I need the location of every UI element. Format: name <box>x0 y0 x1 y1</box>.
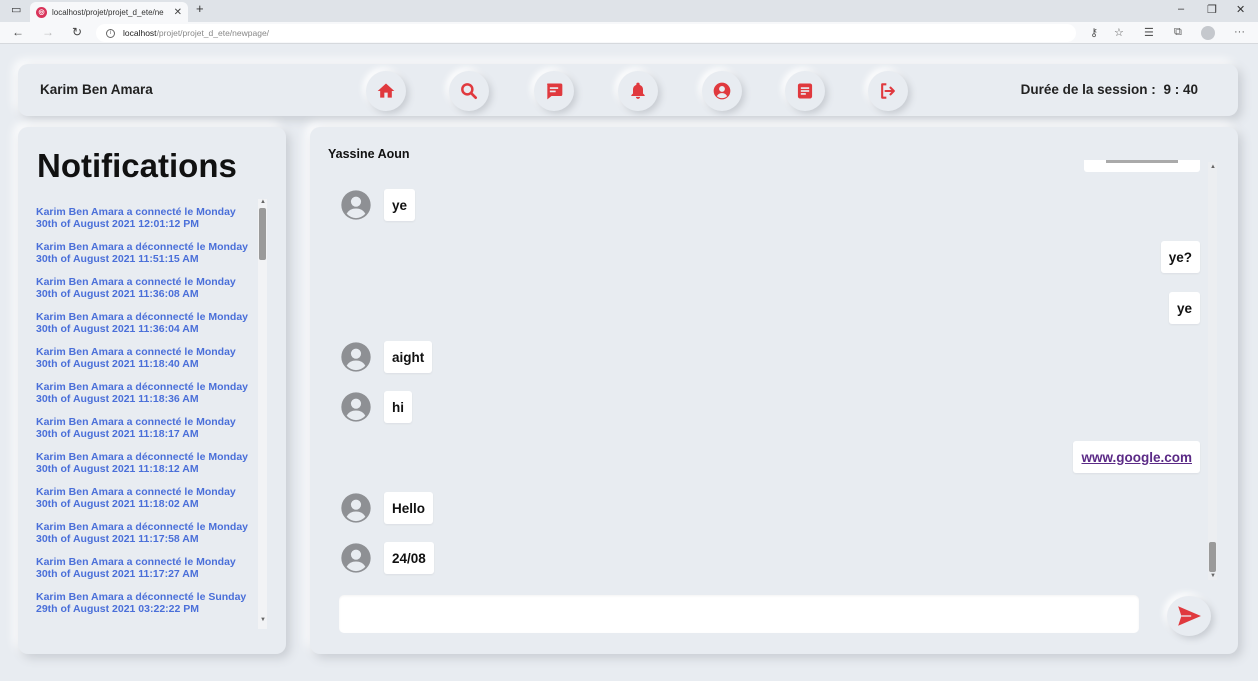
avatar-icon <box>341 190 371 220</box>
scroll-down-icon[interactable]: ▼ <box>260 617 266 623</box>
message-received: ye <box>340 189 416 221</box>
favicon-icon: ◎ <box>36 6 47 18</box>
home-icon <box>377 83 395 98</box>
notifications-title: Notifications <box>37 147 237 184</box>
session-time: 9 : 40 <box>1163 82 1198 97</box>
avatar-icon <box>341 493 371 523</box>
profile-button[interactable] <box>702 71 742 111</box>
favorite-star-icon[interactable]: ☆ <box>1114 26 1124 39</box>
avatar-icon <box>341 342 371 372</box>
refresh-icon[interactable]: ↻ <box>72 25 82 39</box>
message-sent: www.google.com <box>1073 441 1200 473</box>
chat-scrollbar[interactable]: ▲ ▼ <box>1208 162 1217 580</box>
notification-item[interactable]: Karim Ben Amara a connecté le Monday 30t… <box>36 556 256 580</box>
message-bubble: ye? <box>1160 241 1200 273</box>
scroll-up-icon[interactable]: ▲ <box>1210 164 1216 170</box>
message-bubble: 24/08 <box>384 542 434 574</box>
avatar-icon <box>341 392 371 422</box>
current-user-name: Karim Ben Amara <box>40 82 153 97</box>
notifications-list[interactable]: Karim Ben Amara a connecté le Monday 30t… <box>36 207 256 625</box>
chat-panel: Yassine Aoun ye ye? ye aight hi www.google.co… <box>310 127 1238 654</box>
home-button[interactable] <box>366 71 406 111</box>
notification-item[interactable]: Karim Ben Amara a déconnecté le Monday 3… <box>36 311 256 335</box>
notifications-scrollbar[interactable]: ▲ ▼ <box>258 199 267 629</box>
back-icon[interactable]: ← <box>12 25 24 39</box>
message-bubble: hi <box>384 391 412 423</box>
notification-item[interactable]: Karim Ben Amara a connecté le Monday 30t… <box>36 486 256 510</box>
message-bubble: aight <box>384 341 433 373</box>
notifications-panel: Notifications Karim Ben Amara a connecté… <box>18 127 286 654</box>
notification-item[interactable]: Karim Ben Amara a déconnecté le Monday 3… <box>36 521 256 545</box>
message-icon <box>547 83 563 100</box>
session-duration: Durée de la session : 9 : 40 <box>1021 82 1198 97</box>
key-icon[interactable]: ⚷ <box>1090 26 1098 39</box>
url-host: localhost <box>123 28 157 38</box>
notification-item[interactable]: Karim Ben Amara a connecté le Monday 30t… <box>36 416 256 440</box>
documents-button[interactable] <box>785 71 825 111</box>
new-tab-icon[interactable]: + <box>196 1 204 16</box>
tab-actions-icon[interactable]: ▭ <box>11 3 21 16</box>
scroll-up-icon[interactable]: ▲ <box>260 199 266 205</box>
notification-item[interactable]: Karim Ben Amara a déconnecté le Monday 3… <box>36 381 256 405</box>
message-bubble: ye <box>384 189 416 221</box>
tab-title: localhost/projet/projet_d_ete/ne <box>52 7 164 17</box>
user-circle-icon <box>713 82 731 100</box>
address-bar: ← → ↻ i localhost/projet/projet_d_ete/ne… <box>0 22 1258 44</box>
search-icon <box>461 83 477 99</box>
send-icon <box>1178 606 1201 626</box>
search-button[interactable] <box>449 71 489 111</box>
more-icon[interactable]: ··· <box>1234 26 1245 38</box>
message-received: 24/08 <box>340 542 434 574</box>
notification-item[interactable]: Karim Ben Amara a connecté le Monday 30t… <box>36 207 256 230</box>
message-received: hi <box>340 391 412 423</box>
profile-icon[interactable] <box>1201 26 1215 40</box>
tab-close-icon[interactable]: ✕ <box>174 7 182 18</box>
logout-icon <box>881 83 895 99</box>
minimize-icon[interactable]: – <box>1178 3 1184 15</box>
document-icon <box>797 83 813 99</box>
message-bubble: Hello <box>384 492 434 524</box>
url-path: /projet/projet_d_ete/newpage/ <box>156 28 270 38</box>
avatar-icon <box>341 543 371 573</box>
session-label: Durée de la session : <box>1020 82 1156 97</box>
restore-icon[interactable]: ❐ <box>1207 3 1217 16</box>
app-header: Karim Ben Amara Durée de la session : 9 … <box>18 64 1238 116</box>
logout-button[interactable] <box>868 71 908 111</box>
message-sent: ye <box>1168 292 1200 324</box>
close-window-icon[interactable]: ✕ <box>1236 3 1245 16</box>
notification-item[interactable]: Karim Ben Amara a déconnecté le Monday 3… <box>36 451 256 475</box>
scrollbar-thumb[interactable] <box>1209 542 1216 572</box>
notification-item[interactable]: Karim Ben Amara a connecté le Monday 30t… <box>36 276 256 300</box>
message-input[interactable] <box>339 595 1139 633</box>
site-info-icon[interactable]: i <box>106 28 115 38</box>
browser-tab[interactable]: ◎ localhost/projet/projet_d_ete/ne ✕ <box>30 2 188 22</box>
favorites-list-icon[interactable]: ☰ <box>1144 26 1154 39</box>
chat-contact-name: Yassine Aoun <box>328 147 410 161</box>
collections-icon[interactable]: ⧉ <box>1174 26 1182 39</box>
notification-item[interactable]: Karim Ben Amara a connecté le Monday 30t… <box>36 346 256 370</box>
forward-icon[interactable]: → <box>42 25 54 39</box>
scroll-down-icon[interactable]: ▼ <box>1210 573 1216 579</box>
notification-item[interactable]: Karim Ben Amara a déconnecté le Sunday 2… <box>36 591 256 615</box>
browser-tabbar: ▭ ◎ localhost/projet/projet_d_ete/ne ✕ +… <box>0 0 1258 22</box>
url-field[interactable]: i localhost/projet/projet_d_ete/newpage/ <box>96 24 1076 42</box>
messages-button[interactable] <box>534 71 574 111</box>
message-bubble: ye <box>1168 292 1200 324</box>
scrollbar-thumb[interactable] <box>259 208 266 260</box>
notifications-button[interactable] <box>618 71 658 111</box>
message-bubble: www.google.com <box>1073 441 1200 473</box>
message-received: Hello <box>340 492 434 524</box>
message-received: aight <box>340 341 433 373</box>
partial-message-bubble <box>1084 160 1200 172</box>
notification-item[interactable]: Karim Ben Amara a déconnecté le Monday 3… <box>36 241 256 265</box>
send-button[interactable] <box>1167 596 1211 636</box>
message-sent: ye? <box>1160 241 1200 273</box>
bell-icon <box>631 82 645 99</box>
message-link[interactable]: www.google.com <box>1081 450 1192 465</box>
